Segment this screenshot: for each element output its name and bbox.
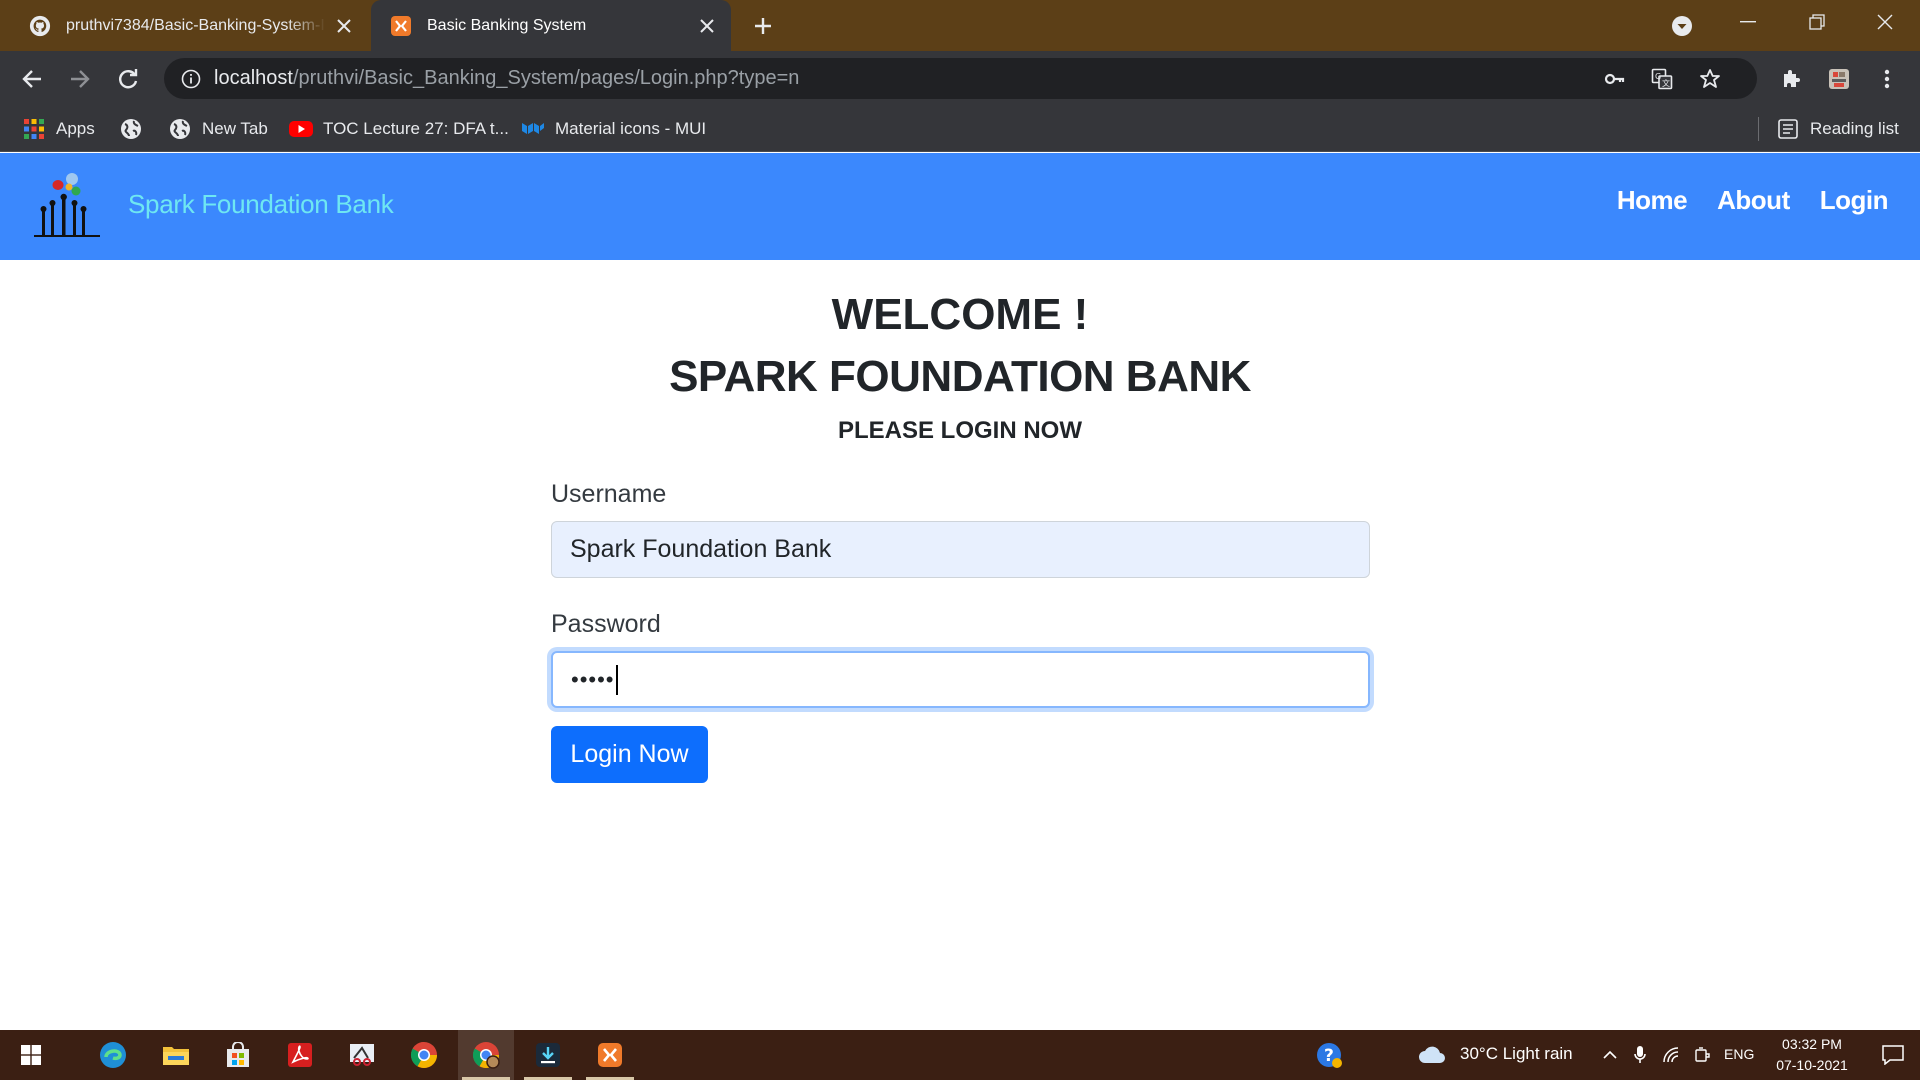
new-tab-button[interactable] xyxy=(745,8,781,44)
site-info-icon[interactable] xyxy=(168,69,214,89)
bookmark-toc-lecture[interactable]: TOC Lecture 27: DFA t... xyxy=(289,106,509,152)
welcome-heading: WELCOME ! xyxy=(831,290,1089,339)
translate-icon[interactable]: G文 xyxy=(1644,61,1680,97)
edge-icon[interactable] xyxy=(85,1030,141,1080)
login-prompt: PLEASE LOGIN NOW xyxy=(837,417,1082,444)
login-form: Username Spark Foundation Bank Password … xyxy=(551,480,1370,783)
username-label: Username xyxy=(551,480,667,508)
mui-icon xyxy=(521,117,545,141)
xampp-icon xyxy=(389,14,413,38)
language-indicator[interactable]: ENG xyxy=(1724,1046,1754,1062)
text-caret xyxy=(615,664,618,695)
browser-tab-basic-banking[interactable]: Basic Banking System xyxy=(371,0,731,51)
close-tab-icon[interactable] xyxy=(326,8,362,44)
reload-icon[interactable] xyxy=(109,60,147,98)
spark-foundation-logo[interactable] xyxy=(24,165,108,249)
password-field[interactable]: ••••• xyxy=(551,651,1370,708)
restore-window-icon[interactable] xyxy=(1782,0,1852,44)
tab-title: Basic Banking System xyxy=(427,16,587,34)
windows-start-icon[interactable] xyxy=(3,1030,59,1080)
system-clock[interactable]: 03:32 PM 07-10-2021 xyxy=(1760,1034,1864,1076)
key-icon[interactable] xyxy=(1596,61,1632,97)
microsoft-store-icon[interactable] xyxy=(210,1030,266,1080)
weather-cloud-icon[interactable] xyxy=(1408,1030,1456,1080)
chrome-icon[interactable] xyxy=(396,1030,452,1080)
download-app-icon[interactable] xyxy=(520,1030,576,1080)
bookmark-star-icon[interactable] xyxy=(1692,61,1728,97)
xampp-taskbar-icon[interactable] xyxy=(582,1030,638,1080)
bookmark-label: New Tab xyxy=(202,119,268,138)
forward-arrow-icon[interactable] xyxy=(61,60,99,98)
address-url: localhost/pruthvi/Basic_Banking_System/p… xyxy=(214,67,799,90)
profile-avatar-icon[interactable] xyxy=(1820,60,1858,98)
help-icon[interactable]: ? xyxy=(1301,1030,1357,1080)
svg-text:G: G xyxy=(1655,72,1661,81)
snipping-tool-icon[interactable] xyxy=(334,1030,390,1080)
address-path: /pruthvi/Basic_Banking_System/pages/Logi… xyxy=(292,67,800,89)
bookmark-label: Material icons - MUI xyxy=(555,119,707,138)
close-tab-icon[interactable] xyxy=(689,8,725,44)
bookmark-apps[interactable]: Apps xyxy=(22,106,95,152)
windows-taskbar: ? 30°C Light rain ENG 03:32 PM 07-10-202… xyxy=(0,1030,1920,1080)
chevron-up-icon[interactable] xyxy=(1593,1030,1627,1080)
menu-kebab-icon[interactable] xyxy=(1868,60,1906,98)
bookmark-new-tab[interactable]: New Tab xyxy=(168,106,268,152)
bookmark-label: TOC Lecture 27: DFA t... xyxy=(323,119,509,138)
file-explorer-icon[interactable] xyxy=(148,1030,204,1080)
reading-list-icon xyxy=(1776,117,1800,141)
chrome-profile-icon[interactable] xyxy=(458,1030,514,1080)
address-host: localhost xyxy=(214,67,293,89)
apps-grid-icon xyxy=(22,117,46,141)
globe-icon xyxy=(119,117,143,141)
clock-time: 03:32 PM xyxy=(1782,1036,1842,1052)
youtube-icon xyxy=(289,117,313,141)
password-value: ••••• xyxy=(571,666,615,692)
browser-toolbar: localhost/pruthvi/Basic_Banking_System/p… xyxy=(0,51,1920,106)
bookmarks-bar: Apps New Tab TOC Lecture 27: DFA t... Ma… xyxy=(0,106,1920,152)
adobe-acrobat-icon[interactable] xyxy=(272,1030,328,1080)
nav-links: Home About Login xyxy=(1617,185,1889,216)
login-now-button[interactable]: Login Now xyxy=(551,726,708,783)
username-field[interactable]: Spark Foundation Bank xyxy=(551,521,1370,578)
clock-date: 07-10-2021 xyxy=(1776,1057,1848,1073)
brand-name[interactable]: Spark Foundation Bank xyxy=(128,189,394,220)
bookmarks-divider xyxy=(1758,117,1759,141)
github-icon xyxy=(28,14,52,38)
microphone-icon[interactable] xyxy=(1625,1030,1655,1080)
bookmark-material-icons[interactable]: Material icons - MUI xyxy=(521,106,706,152)
site-navbar: Spark Foundation Bank Home About Login xyxy=(0,153,1920,260)
close-window-icon[interactable] xyxy=(1850,0,1920,44)
extensions-puzzle-icon[interactable] xyxy=(1772,60,1810,98)
address-bar[interactable]: localhost/pruthvi/Basic_Banking_System/p… xyxy=(164,58,1757,99)
bookmark-label: Apps xyxy=(56,119,95,138)
svg-text:文: 文 xyxy=(1662,78,1670,88)
tab-title: pruthvi7384/Basic-Banking-System-I xyxy=(66,16,325,34)
reading-list-label: Reading list xyxy=(1810,119,1899,138)
weather-text[interactable]: 30°C Light rain xyxy=(1460,1044,1573,1064)
notification-center-icon[interactable] xyxy=(1873,1030,1913,1080)
bookmark-globe[interactable] xyxy=(119,106,153,152)
nav-link-login[interactable]: Login xyxy=(1820,185,1889,216)
password-label: Password xyxy=(551,610,661,638)
back-arrow-icon[interactable] xyxy=(13,60,51,98)
tab-search-button[interactable] xyxy=(1665,9,1699,43)
globe-icon xyxy=(168,117,192,141)
bank-name-heading: SPARK FOUNDATION BANK xyxy=(669,352,1251,401)
nav-link-about[interactable]: About xyxy=(1717,185,1790,216)
reading-list-button[interactable]: Reading list xyxy=(1776,106,1899,152)
browser-tab-strip: pruthvi7384/Basic-Banking-System-I Basic… xyxy=(0,0,1920,51)
minimize-window-icon[interactable] xyxy=(1713,0,1783,44)
nav-link-home[interactable]: Home xyxy=(1617,185,1688,216)
browser-tab-github[interactable]: pruthvi7384/Basic-Banking-System-I xyxy=(0,0,368,51)
wifi-icon[interactable] xyxy=(1656,1030,1688,1080)
username-value: Spark Foundation Bank xyxy=(570,535,832,563)
battery-icon[interactable] xyxy=(1688,1030,1718,1080)
